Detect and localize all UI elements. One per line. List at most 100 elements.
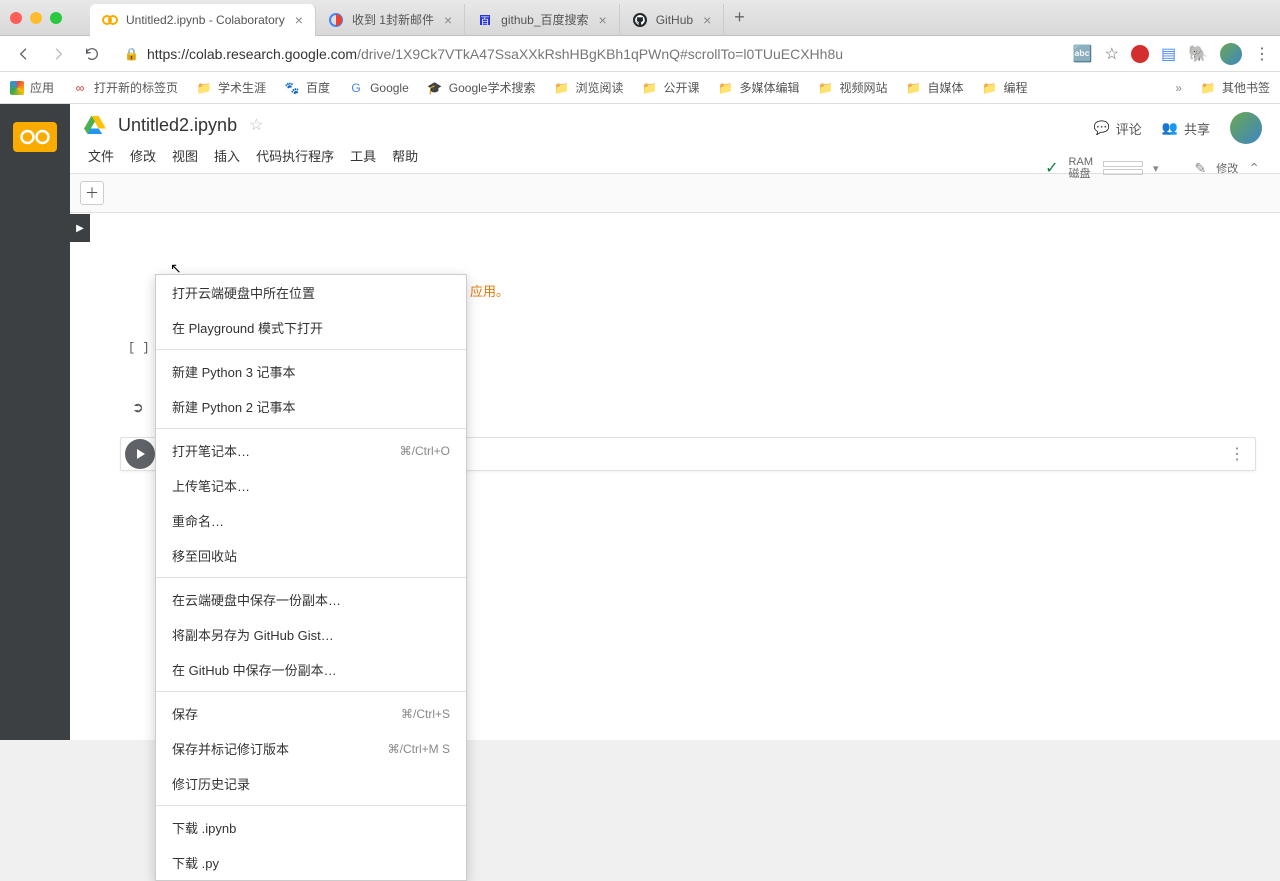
menu-item-label: 打开笔记本… xyxy=(172,441,250,460)
menu-item[interactable]: 打开云端硬盘中所在位置 xyxy=(156,275,466,310)
bookmark-icon: G xyxy=(348,80,364,96)
bookmark-icon: 📁 xyxy=(641,80,657,96)
play-icon xyxy=(137,449,145,459)
menu-item-label: 下载 .ipynb xyxy=(172,818,236,837)
tab-favicon xyxy=(328,12,344,28)
ext-translate-icon[interactable]: 🔤 xyxy=(1073,44,1093,64)
menu-item[interactable]: 新建 Python 3 记事本 xyxy=(156,354,466,389)
ext-doc-icon[interactable]: ▤ xyxy=(1161,44,1176,64)
drive-icon xyxy=(84,114,106,136)
cursor-icon: ↖ xyxy=(170,260,182,277)
ext-evernote-icon[interactable]: 🐘 xyxy=(1188,44,1208,64)
bookmark-item[interactable]: 📁浏览阅读 xyxy=(553,79,623,96)
menu-item[interactable]: 重命名… xyxy=(156,503,466,538)
add-code-button[interactable]: ＋ xyxy=(80,181,104,205)
menu-item[interactable]: 下载 .ipynb xyxy=(156,810,466,845)
menu-item[interactable]: 保存⌘/Ctrl+S xyxy=(156,696,466,731)
menu-item[interactable]: 保存并标记修订版本⌘/Ctrl+M S xyxy=(156,731,466,766)
doc-title[interactable]: Untitled2.ipynb xyxy=(118,115,237,136)
menu-工具[interactable]: 工具 xyxy=(350,146,376,165)
menu-文件[interactable]: 文件 xyxy=(88,146,114,165)
menu-item[interactable]: 修订历史记录 xyxy=(156,766,466,801)
collapse-button[interactable]: ⌃ xyxy=(1248,160,1260,177)
share-button[interactable]: 👥共享 xyxy=(1162,119,1210,138)
menu-修改[interactable]: 修改 xyxy=(130,146,156,165)
status-bar: ✓ RAM 磁盘 ▾ ✎ 修改 ⌃ xyxy=(1045,156,1260,180)
menu-item-label: 打开云端硬盘中所在位置 xyxy=(172,283,315,302)
menu-item[interactable]: 在 Playground 模式下打开 xyxy=(156,310,466,345)
bookmark-icon: 📁 xyxy=(982,80,998,96)
file-menu-dropdown: 打开云端硬盘中所在位置在 Playground 模式下打开新建 Python 3… xyxy=(155,274,467,881)
bookmark-item[interactable]: 🐾百度 xyxy=(284,79,330,96)
tab-close-button[interactable]: × xyxy=(444,12,452,28)
comment-icon: 💬 xyxy=(1094,120,1110,136)
apps-button[interactable]: 应用 xyxy=(10,79,54,96)
menu-item[interactable]: 将副本另存为 GitHub Gist… xyxy=(156,617,466,652)
window-close-button[interactable] xyxy=(10,12,22,24)
menu-item-label: 修订历史记录 xyxy=(172,774,250,793)
new-tab-button[interactable]: + xyxy=(724,7,755,28)
left-sidebar xyxy=(0,104,70,740)
bookmark-item[interactable]: GGoogle xyxy=(348,79,409,96)
tab-close-button[interactable]: × xyxy=(295,12,303,28)
bookmark-item[interactable]: 📁自媒体 xyxy=(906,79,964,96)
bookmark-item[interactable]: 📁编程 xyxy=(982,79,1028,96)
lock-icon: 🔒 xyxy=(124,47,139,61)
bookmark-item[interactable]: 📁视频网站 xyxy=(818,79,888,96)
menu-item-label: 保存 xyxy=(172,704,198,723)
colab-logo[interactable] xyxy=(13,122,57,152)
ext-avatar-icon[interactable] xyxy=(1220,43,1242,65)
tab-favicon: 百 xyxy=(477,12,493,28)
menu-item-label: 在云端硬盘中保存一份副本… xyxy=(172,590,341,609)
reload-button[interactable] xyxy=(78,40,106,68)
cell-menu-button[interactable]: ⋮ xyxy=(1229,444,1245,464)
browser-tab[interactable]: Untitled2.ipynb - Colaboratory× xyxy=(90,4,316,36)
menu-item[interactable]: 在 GitHub 中保存一份副本… xyxy=(156,652,466,687)
menu-item-label: 在 GitHub 中保存一份副本… xyxy=(172,660,337,679)
run-button[interactable] xyxy=(125,439,155,469)
address-bar[interactable]: 🔒 https://colab.research.google.com/driv… xyxy=(112,40,1063,68)
menu-item-shortcut: ⌘/Ctrl+O xyxy=(400,444,450,458)
bookmark-item[interactable]: ∞打开新的标签页 xyxy=(72,79,178,96)
ext-infinity-icon[interactable] xyxy=(1131,45,1149,63)
bookmark-item[interactable]: 📁公开课 xyxy=(641,79,699,96)
menu-item[interactable]: 移至回收站 xyxy=(156,538,466,573)
bookmark-item[interactable]: 🎓Google学术搜索 xyxy=(427,79,536,96)
back-button[interactable] xyxy=(10,40,38,68)
resource-dropdown[interactable]: ▾ xyxy=(1153,162,1159,175)
menu-item[interactable]: 上传笔记本… xyxy=(156,468,466,503)
menu-视图[interactable]: 视图 xyxy=(172,146,198,165)
browser-tab[interactable]: 百github_百度搜索× xyxy=(465,4,620,36)
window-maximize-button[interactable] xyxy=(50,12,62,24)
menu-item[interactable]: 打开笔记本… ⌘/Ctrl+O xyxy=(156,433,466,468)
menu-item[interactable]: 新建 Python 2 记事本 xyxy=(156,389,466,424)
browser-tab[interactable]: 收到 1封新邮件× xyxy=(316,4,465,36)
menu-插入[interactable]: 插入 xyxy=(214,146,240,165)
tab-close-button[interactable]: × xyxy=(703,12,711,28)
menu-item[interactable]: 在云端硬盘中保存一份副本… xyxy=(156,582,466,617)
browser-tab[interactable]: GitHub× xyxy=(620,4,725,36)
share-icon: 👥 xyxy=(1162,120,1178,136)
bookmark-item[interactable]: 📁多媒体编辑 xyxy=(718,79,800,96)
window-minimize-button[interactable] xyxy=(30,12,42,24)
browser-menu-icon[interactable]: ⋮ xyxy=(1254,44,1270,64)
tab-close-button[interactable]: × xyxy=(599,12,607,28)
menu-帮助[interactable]: 帮助 xyxy=(392,146,418,165)
menu-代码执行程序[interactable]: 代码执行程序 xyxy=(256,146,334,165)
menu-item-label: 将副本另存为 GitHub Gist… xyxy=(172,625,334,644)
bookmarks-overflow[interactable]: » xyxy=(1175,81,1182,95)
menu-item-label: 新建 Python 3 记事本 xyxy=(172,362,296,381)
bookmark-icon: 📁 xyxy=(718,80,734,96)
bookmark-item[interactable]: 📁学术生涯 xyxy=(196,79,266,96)
forward-button[interactable] xyxy=(44,40,72,68)
star-icon[interactable]: ☆ xyxy=(249,115,263,135)
other-bookmarks[interactable]: 📁其他书签 xyxy=(1200,79,1270,96)
output-text: 应用。 xyxy=(470,281,1240,300)
comment-button[interactable]: 💬评论 xyxy=(1094,119,1142,138)
resource-meters xyxy=(1103,161,1143,175)
user-avatar[interactable] xyxy=(1230,112,1262,144)
ext-star-icon[interactable]: ☆ xyxy=(1105,44,1119,64)
edit-mode-button[interactable]: 修改 xyxy=(1216,160,1238,176)
apps-icon xyxy=(10,81,24,95)
menu-item[interactable]: 下载 .py xyxy=(156,845,466,880)
